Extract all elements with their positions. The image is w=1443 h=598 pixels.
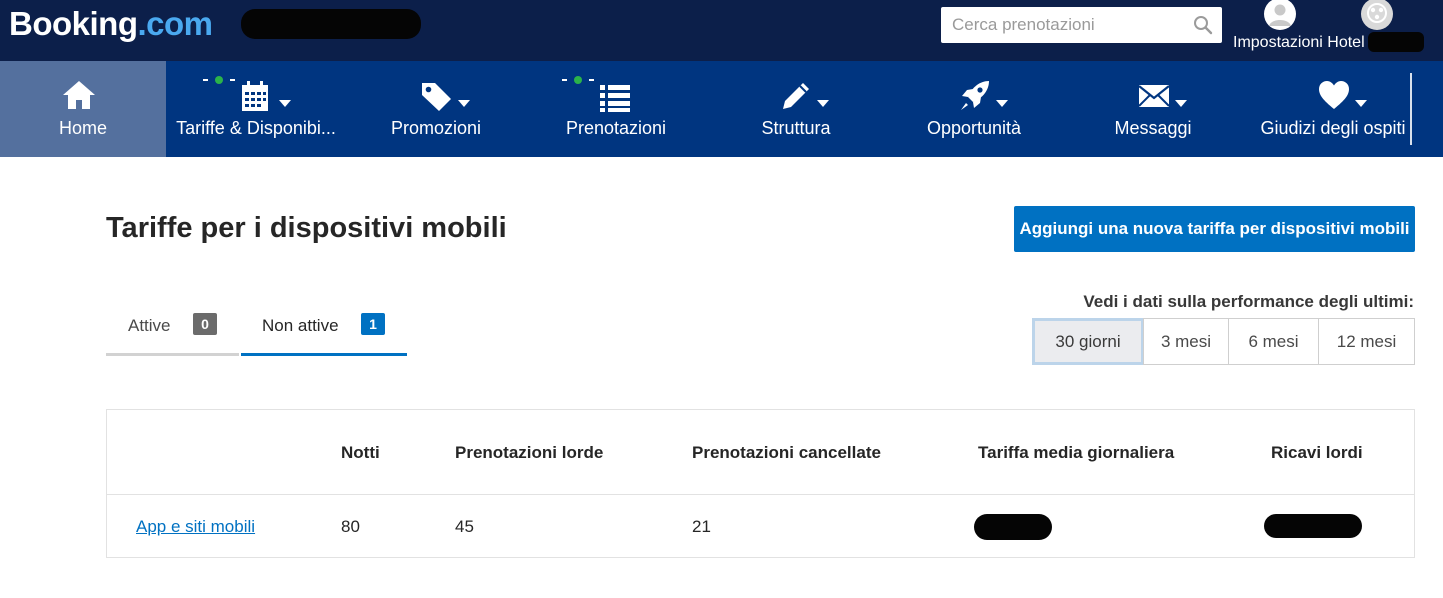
period-3-months-button[interactable]: 3 mesi xyxy=(1143,318,1229,365)
chevron-down-icon xyxy=(1355,100,1367,107)
nav-item-property[interactable]: Struttura xyxy=(706,61,886,157)
nav-label-home: Home xyxy=(58,118,107,138)
column-header: Prenotazioni cancellate xyxy=(692,443,881,462)
main-nav: Home Tariffe & Disponibi... Promozioni P… xyxy=(0,61,1443,157)
nav-divider xyxy=(1410,73,1412,145)
count-badge: 0 xyxy=(193,313,217,335)
cancelled-bookings-cell: 21 xyxy=(692,517,711,536)
nav-item-home[interactable]: Home xyxy=(0,61,166,157)
nav-item-reservations[interactable]: Prenotazioni xyxy=(526,61,706,157)
gross-bookings-cell: 45 xyxy=(455,517,474,536)
performance-label: Vedi i dati sulla performance degli ulti… xyxy=(1083,292,1414,311)
nav-label-messages: Messaggi xyxy=(1114,118,1192,138)
search-box xyxy=(941,7,1222,43)
period-30-days-button[interactable]: 30 giorni xyxy=(1032,318,1144,365)
settings-link[interactable]: Impostazioni Hotel xyxy=(1233,34,1365,52)
redacted-hotel-id xyxy=(1368,32,1424,52)
nav-item-promotions[interactable]: Promozioni xyxy=(346,61,526,157)
nav-item-rates-availability[interactable]: Tariffe & Disponibi... xyxy=(166,61,346,157)
nav-label-property: Struttura xyxy=(761,118,831,138)
top-bar: Booking.com Impostazioni Hotel xyxy=(0,0,1443,61)
nav-item-opportunities[interactable]: Opportunità xyxy=(886,61,1062,157)
chevron-down-icon xyxy=(1175,100,1187,107)
nav-label-opportunities: Opportunità xyxy=(926,118,1022,138)
logo-main: Booking xyxy=(9,5,138,42)
column-header: Prenotazioni lorde xyxy=(455,443,604,462)
booking-logo[interactable]: Booking.com xyxy=(9,5,213,43)
add-mobile-rate-button[interactable]: Aggiungi una nuova tariffa per dispositi… xyxy=(1014,206,1415,252)
nights-cell: 80 xyxy=(341,517,360,536)
period-selector: 30 giorni 3 mesi 6 mesi 12 mesi xyxy=(1032,318,1415,365)
redacted-gross-revenue xyxy=(1264,514,1362,538)
page-title: Tariffe per i dispositivi mobili xyxy=(106,212,507,244)
column-header: Ricavi lordi xyxy=(1271,443,1363,462)
chevron-down-icon xyxy=(817,100,829,107)
chevron-down-icon xyxy=(458,100,470,107)
redacted-average-rate xyxy=(974,514,1052,540)
search-input[interactable] xyxy=(941,7,1222,43)
tag-icon xyxy=(422,83,451,111)
chevron-down-icon xyxy=(279,100,291,107)
rate-name-link[interactable]: App e siti mobili xyxy=(136,517,255,537)
tab-underline xyxy=(241,353,407,356)
column-header: Notti xyxy=(341,443,380,462)
calendar-icon xyxy=(242,81,268,111)
nav-label-promotions: Promozioni xyxy=(390,118,482,138)
rocket-icon xyxy=(961,81,989,110)
nav-item-guest-reviews[interactable]: Giudizi degli ospiti xyxy=(1244,61,1410,157)
heart-icon xyxy=(1319,81,1349,109)
list-icon xyxy=(600,85,630,112)
home-icon xyxy=(63,81,95,109)
hotel-avatar-icon[interactable] xyxy=(1360,0,1394,32)
tab-label: Non attive xyxy=(262,316,339,335)
tab-label: Attive xyxy=(128,316,171,335)
new-indicator-icon xyxy=(562,76,594,84)
mobile-rates-table: Notti Prenotazioni lorde Prenotazioni ca… xyxy=(106,409,1415,558)
envelope-icon xyxy=(1138,85,1170,107)
chevron-down-icon xyxy=(996,100,1008,107)
count-badge: 1 xyxy=(361,313,385,335)
nav-label-rates: Tariffe & Disponibi... xyxy=(176,118,336,138)
nav-item-messages[interactable]: Messaggi xyxy=(1062,61,1244,157)
period-12-months-button[interactable]: 12 mesi xyxy=(1318,318,1415,365)
nav-label-reservations: Prenotazioni xyxy=(565,118,667,138)
column-header: Tariffa media giornaliera xyxy=(978,443,1175,462)
tab-active-rates[interactable]: Attive 0 xyxy=(106,296,239,358)
new-indicator-icon xyxy=(203,76,235,84)
table-header-row: Notti Prenotazioni lorde Prenotazioni ca… xyxy=(107,410,1414,495)
period-6-months-button[interactable]: 6 mesi xyxy=(1228,318,1319,365)
table-row: App e siti mobili 80 45 21 xyxy=(107,495,1414,558)
search-icon[interactable] xyxy=(1193,15,1213,35)
redacted-hotel-name xyxy=(241,9,421,39)
user-avatar-icon[interactable] xyxy=(1263,0,1297,32)
tab-underline xyxy=(106,353,239,356)
nav-label-guest-reviews: Giudizi degli ospiti xyxy=(1260,118,1406,138)
pencil-icon xyxy=(783,83,809,109)
tab-inactive-rates[interactable]: Non attive 1 xyxy=(241,296,407,358)
logo-suffix: .com xyxy=(137,5,213,42)
